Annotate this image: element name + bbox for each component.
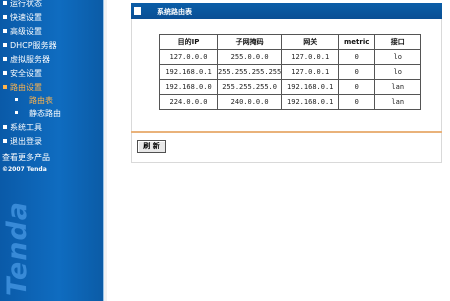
sidebar-item-label: 退出登录 [10,137,42,146]
cell-gateway: 127.0.0.1 [281,49,340,65]
cell-interface: lan [374,94,422,110]
table-row: 224.0.0.0 240.0.0.0 192.168.0.1 0 lan [159,94,422,110]
cell-subnet-mask: 255.255.255.0 [216,79,283,95]
sidebar-subitem-label: 路由表 [29,96,53,105]
bullet-icon [3,138,7,143]
bullet-icon [3,42,7,47]
refresh-button[interactable]: 刷 新 [137,140,166,153]
cell-gateway: 192.168.0.1 [281,94,340,110]
sidebar: Tenda 运行状态 快速设置 高级设置 DHCP服务器 虚拟服务器 安全设置 … [0,0,107,301]
sidebar-item-label: 路由设置 [10,83,42,92]
cell-gateway: 127.0.0.1 [281,64,340,80]
bullet-icon [3,56,7,61]
sidebar-item-label: 运行状态 [10,0,42,8]
button-bar: 刷 新 [131,133,442,163]
title-accent-icon [134,7,141,15]
bullet-icon [3,70,7,75]
sidebar-item-routing[interactable]: 路由设置 [3,82,42,94]
tenda-watermark-logo: Tenda [2,200,33,296]
bullet-icon [3,14,7,19]
table-row: 192.168.0.0 255.255.255.0 192.168.0.1 0 … [159,79,422,95]
cell-subnet-mask: 240.0.0.0 [216,94,283,110]
bullet-icon [3,124,7,129]
main-panel: 系统路由表 目的IP 子网掩码 网关 metric 接口 127.0.0.0 2… [131,3,442,301]
bullet-icon [3,84,7,89]
cell-dest-ip: 224.0.0.0 [159,94,218,110]
cell-interface: lo [374,49,422,65]
dot-icon [15,111,18,114]
column-header-dest-ip: 目的IP [159,34,218,50]
routing-table: 目的IP 子网掩码 网关 metric 接口 127.0.0.0 255.0.0… [159,34,422,110]
cell-interface: lan [374,79,422,95]
cell-subnet-mask: 255.0.0.0 [216,49,283,65]
cell-metric: 0 [338,79,376,95]
column-header-gateway: 网关 [281,34,340,50]
sidebar-item-security[interactable]: 安全设置 [3,68,42,80]
bullet-icon [3,0,7,5]
sidebar-item-run-status[interactable]: 运行状态 [3,0,42,10]
sidebar-item-logout[interactable]: 退出登录 [3,136,42,148]
sidebar-subitem-static-route[interactable]: 静态路由 [15,108,61,120]
panel-title-bar: 系统路由表 [131,3,442,19]
more-products-link[interactable]: 查看更多产品 [2,152,50,163]
table-row: 192.168.0.1 255.255.255.255 127.0.0.1 0 … [159,64,422,80]
table-row: 127.0.0.0 255.0.0.0 127.0.0.1 0 lo [159,49,422,65]
column-header-metric: metric [338,34,376,50]
sidebar-item-label: 快速设置 [10,13,42,22]
table-header-row: 目的IP 子网掩码 网关 metric 接口 [159,34,422,50]
routing-table-section: 目的IP 子网掩码 网关 metric 接口 127.0.0.0 255.0.0… [131,19,442,132]
cell-metric: 0 [338,94,376,110]
cell-dest-ip: 127.0.0.0 [159,49,218,65]
cell-dest-ip: 192.168.0.1 [159,64,218,80]
sidebar-item-system-tools[interactable]: 系统工具 [3,122,42,134]
sidebar-item-dhcp-server[interactable]: DHCP服务器 [3,40,57,52]
cell-gateway: 192.168.0.1 [281,79,340,95]
cell-subnet-mask: 255.255.255.255 [216,64,283,80]
sidebar-item-advanced-setup[interactable]: 高级设置 [3,26,42,38]
bullet-icon [3,28,7,33]
copyright-text: ©2007 Tenda [2,166,47,173]
sidebar-subitem-label: 静态路由 [29,109,61,118]
sidebar-edge [104,0,107,301]
column-header-interface: 接口 [374,34,422,50]
page-title: 系统路由表 [157,8,192,16]
cell-interface: lo [374,64,422,80]
cell-metric: 0 [338,49,376,65]
column-header-subnet-mask: 子网掩码 [216,34,283,50]
cell-dest-ip: 192.168.0.0 [159,79,218,95]
sidebar-item-label: 安全设置 [10,69,42,78]
sidebar-subitem-routing-table[interactable]: 路由表 [15,95,53,107]
sidebar-edge-highlight [103,0,104,301]
cell-metric: 0 [338,64,376,80]
sidebar-item-label: 系统工具 [10,123,42,132]
sidebar-item-virtual-server[interactable]: 虚拟服务器 [3,54,50,66]
sidebar-item-label: 高级设置 [10,27,42,36]
sidebar-item-label: DHCP服务器 [10,41,57,50]
sidebar-item-quick-setup[interactable]: 快速设置 [3,12,42,24]
dot-icon [15,98,18,101]
sidebar-item-label: 虚拟服务器 [10,55,50,64]
